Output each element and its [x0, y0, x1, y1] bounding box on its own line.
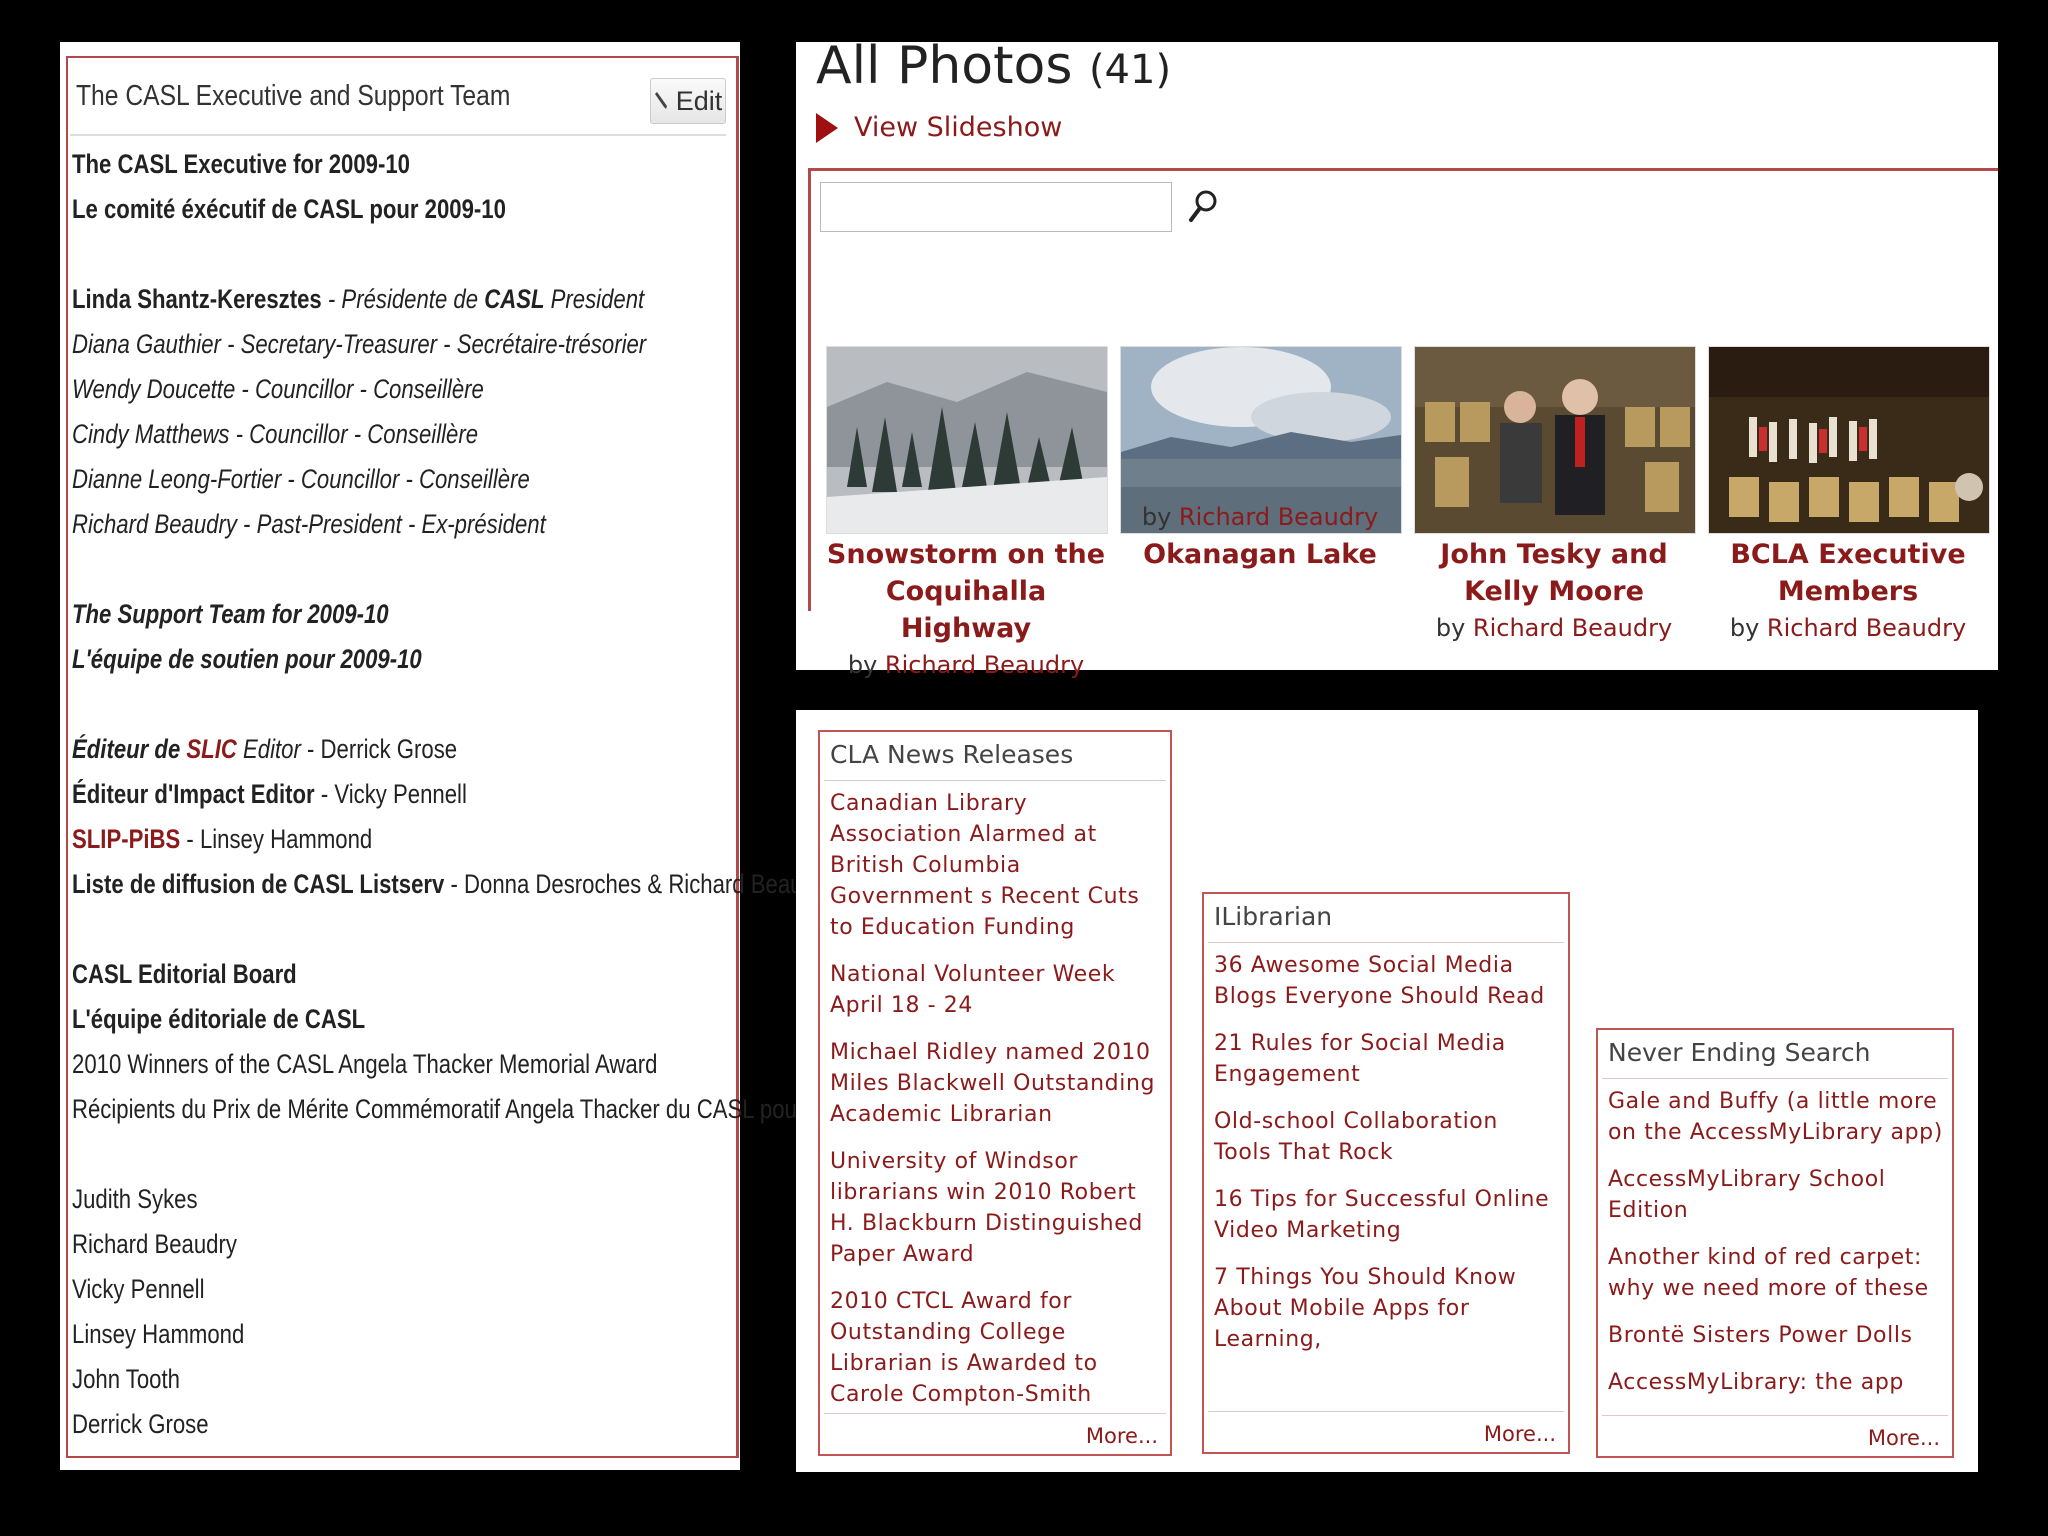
news-box-never-ending-search: Never Ending Search Gale and Buffy (a li… — [1596, 1028, 1954, 1458]
board-member: John Tooth — [72, 1364, 180, 1394]
support-line: Liste de diffusion de CASL Listserv - Do… — [72, 869, 834, 899]
member-line: Wendy Doucette - Councillor - Conseillèr… — [72, 374, 484, 404]
news-box-cla: CLA News Releases Canadian Library Assoc… — [818, 730, 1172, 1456]
news-link[interactable]: University of Windsor librarians win 201… — [830, 1146, 1164, 1270]
photos-title: All Photos (41) — [816, 36, 1172, 96]
photo-caption[interactable]: John Tesky and Kelly Moore — [1414, 536, 1694, 610]
photos-panel: All Photos (41) View Slideshow Snowstorm… — [796, 36, 1998, 679]
slip-pibs-link[interactable]: SLIP-PiBS — [72, 824, 180, 854]
photo-byline: by Richard Beaudry — [1435, 614, 1673, 642]
play-icon — [816, 112, 838, 143]
board-member: Derrick Grose — [72, 1409, 209, 1439]
photo-caption[interactable]: Snowstorm on the Coquihalla Highway — [826, 536, 1106, 647]
exec-heading-en: The CASL Executive for 2009-10 — [72, 149, 410, 179]
board-member: Judith Sykes — [72, 1184, 198, 1214]
news-link[interactable]: 2010 CTCL Award for Outstanding College … — [830, 1286, 1164, 1410]
member-line: Diana Gauthier - Secretary-Treasurer - S… — [72, 329, 647, 359]
photo-item[interactable]: BCLA Executive Members by Richard Beaudry — [1708, 346, 1990, 646]
photo-item[interactable]: Snowstorm on the Coquihalla Highway by Ri… — [826, 346, 1108, 683]
news-panel: CLA News Releases Canadian Library Assoc… — [796, 710, 1978, 1472]
news-link[interactable]: 36 Awesome Social Media Blogs Everyone S… — [1214, 950, 1562, 1012]
photo-item[interactable]: Okanagan Lake by Richard Beaudry — [1120, 346, 1402, 573]
photo-caption[interactable]: Okanagan Lake — [1120, 536, 1400, 573]
more-link[interactable]: More... — [1484, 1422, 1556, 1446]
more-link[interactable]: More... — [1086, 1424, 1158, 1448]
board-member: Richard Beaudry — [72, 1229, 237, 1259]
award-en: 2010 Winners of the CASL Angela Thacker … — [72, 1049, 658, 1079]
news-link[interactable]: 7 Things You Should Know About Mobile Ap… — [1214, 1262, 1562, 1355]
more-link[interactable]: More... — [1868, 1426, 1940, 1450]
board-heading-en: CASL Editorial Board — [72, 959, 297, 989]
support-line: SLIP-PiBS - Linsey Hammond — [72, 824, 373, 854]
photo-byline: by Richard Beaudry — [847, 651, 1085, 679]
casl-team-body: The CASL Executive for 2009-10 Le comité… — [72, 142, 860, 1447]
news-link[interactable]: Old-school Collaboration Tools That Rock — [1214, 1106, 1562, 1168]
casl-team-title: The CASL Executive and Support Team — [76, 80, 511, 112]
photo-item[interactable]: John Tesky and Kelly Moore by Richard Bea… — [1414, 346, 1696, 646]
news-link[interactable]: 16 Tips for Successful Online Video Mark… — [1214, 1184, 1562, 1246]
news-link[interactable]: AccessMyLibrary: the app — [1608, 1367, 1946, 1398]
news-link[interactable]: Canadian Library Association Alarmed at … — [830, 788, 1164, 943]
news-link[interactable]: Michael Ridley named 2010 Miles Blackwel… — [830, 1037, 1164, 1130]
exec-heading-fr: Le comité éxécutif de CASL pour 2009-10 — [72, 194, 506, 224]
member-line: Dianne Leong-Fortier - Councillor - Cons… — [72, 464, 530, 494]
author-link[interactable]: Richard Beaudry — [1767, 614, 1966, 642]
member-line: Cindy Matthews - Councillor - Conseillèr… — [72, 419, 479, 449]
news-link[interactable]: 21 Rules for Social Media Engagement — [1214, 1028, 1562, 1090]
photo-byline: by Richard Beaudry — [1141, 503, 1379, 531]
support-line: Éditeur d'Impact Editor - Vicky Pennell — [72, 779, 467, 809]
support-heading-en: The Support Team for 2009-10 — [72, 599, 389, 629]
author-link[interactable]: Richard Beaudry — [1473, 614, 1672, 642]
slic-link[interactable]: SLIC — [186, 734, 236, 764]
news-box-title: ILibrarian — [1214, 902, 1333, 931]
edit-label: Edit — [675, 85, 723, 116]
news-box-title: CLA News Releases — [830, 740, 1074, 769]
casl-team-panel: The CASL Executive and Support Team Edit… — [60, 42, 860, 1470]
board-member: Linsey Hammond — [72, 1319, 245, 1349]
news-link[interactable]: Gale and Buffy (a little more on the Acc… — [1608, 1086, 1946, 1148]
view-slideshow-link[interactable]: View Slideshow — [816, 112, 1062, 143]
news-link[interactable]: National Volunteer Week April 18 - 24 — [830, 959, 1164, 1021]
pencil-icon — [654, 92, 667, 109]
news-link[interactable]: Brontë Sisters Power Dolls — [1608, 1320, 1946, 1351]
photo-search-input[interactable] — [820, 182, 1172, 232]
award-fr: Récipients du Prix de Mérite Commémorati… — [72, 1094, 860, 1124]
photo-count: (41) — [1088, 47, 1172, 93]
photo-caption[interactable]: BCLA Executive Members — [1708, 536, 1988, 610]
photo-thumbnail[interactable] — [1414, 346, 1696, 534]
news-box-ilibrarian: ILibrarian 36 Awesome Social Media Blogs… — [1202, 892, 1570, 1454]
author-link[interactable]: Richard Beaudry — [885, 651, 1084, 679]
member-line: Richard Beaudry - Past-President - Ex-pr… — [72, 509, 546, 539]
support-heading-fr: L'équipe de soutien pour 2009-10 — [72, 644, 422, 674]
board-member: Vicky Pennell — [72, 1274, 205, 1304]
author-link[interactable]: Richard Beaudry — [1179, 503, 1378, 531]
photo-byline: by Richard Beaudry — [1729, 614, 1967, 642]
member-line: Linda Shantz-Keresztes - Présidente de C… — [72, 284, 645, 314]
news-link[interactable]: Another kind of red carpet: why we need … — [1608, 1242, 1946, 1304]
search-icon[interactable] — [1186, 188, 1220, 224]
news-link[interactable]: AccessMyLibrary School Edition — [1608, 1164, 1946, 1226]
photo-thumbnail[interactable] — [1708, 346, 1990, 534]
photo-thumbnail[interactable] — [826, 346, 1108, 534]
slideshow-label: View Slideshow — [854, 112, 1063, 143]
support-line: Éditeur de SLIC Editor - Derrick Grose — [72, 734, 458, 764]
casl-team-header: The CASL Executive and Support Team Edit — [70, 72, 726, 136]
news-box-title: Never Ending Search — [1608, 1038, 1871, 1067]
board-heading-fr: L'équipe éditoriale de CASL — [72, 1004, 366, 1034]
edit-button[interactable]: Edit — [650, 78, 726, 124]
